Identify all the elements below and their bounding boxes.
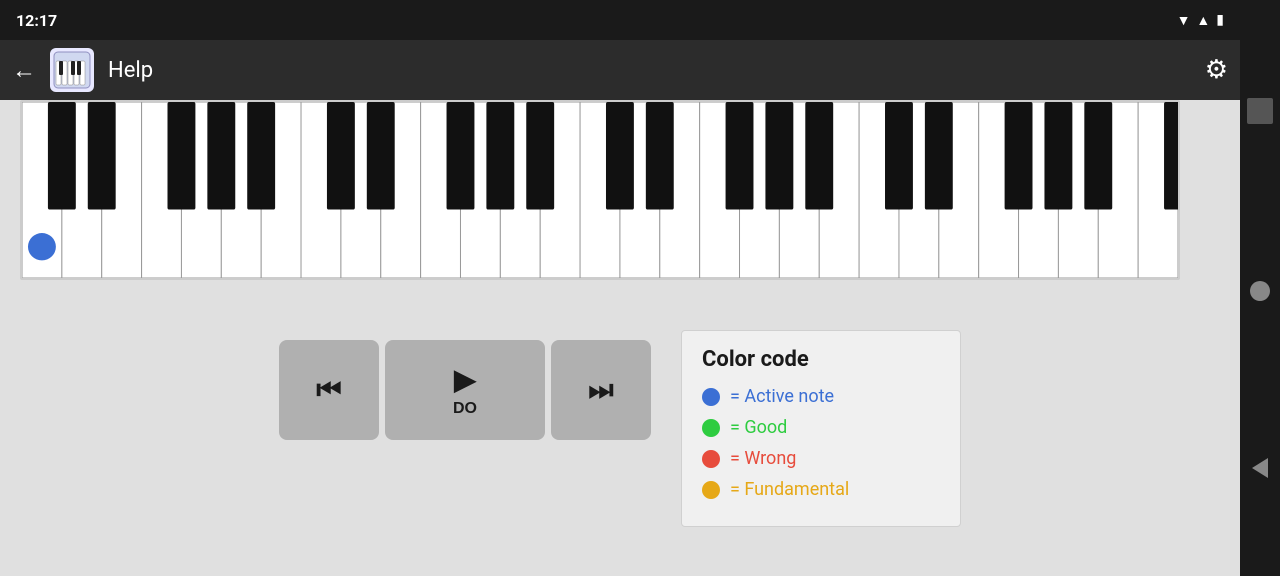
color-items-list: = Active note = Good = Wrong = Fundamental (702, 386, 940, 500)
status-icons: ▼ ▲ ▮ (1177, 12, 1224, 29)
play-button[interactable]: ▶ DO (385, 340, 545, 440)
color-label-0: = Active note (730, 386, 834, 407)
color-label-3: = Fundamental (730, 479, 849, 500)
skip-forward-button[interactable]: ⏭ (551, 340, 651, 440)
color-label-1: = Good (730, 417, 787, 438)
color-label-2: = Wrong (730, 448, 796, 469)
color-dot-2 (702, 450, 720, 468)
skip-back-button[interactable]: ⏮ (279, 340, 379, 440)
sidebar-back-btn[interactable] (1252, 458, 1268, 478)
piano-svg (22, 102, 1178, 278)
transport-buttons: ⏮ ▶ DO ⏭ (279, 340, 651, 440)
status-bar: 12:17 ▼ ▲ ▮ (0, 0, 1240, 40)
color-dot-3 (702, 481, 720, 499)
skip-forward-icon: ⏭ (588, 374, 613, 407)
color-item-3: = Fundamental (702, 479, 940, 500)
color-code-title: Color code (702, 347, 940, 372)
top-bar: ← Help ⚙ (0, 40, 1240, 100)
controls-section: ⏮ ▶ DO ⏭ Color code = Active note= Good=… (0, 300, 1240, 557)
color-item-1: = Good (702, 417, 940, 438)
status-time: 12:17 (16, 11, 57, 30)
play-icon: ▶ (454, 363, 476, 396)
wifi-icon: ▼ (1177, 12, 1191, 29)
color-code-panel: Color code = Active note = Good = Wrong = F… (681, 330, 961, 527)
color-dot-0 (702, 388, 720, 406)
back-button[interactable]: ← (12, 56, 36, 85)
sidebar-square-btn[interactable] (1247, 98, 1273, 124)
right-sidebar (1240, 0, 1280, 576)
play-note-label: DO (453, 400, 477, 418)
signal-icon: ▲ (1196, 12, 1210, 29)
color-dot-1 (702, 419, 720, 437)
color-item-2: = Wrong (702, 448, 940, 469)
settings-button[interactable]: ⚙ (1205, 55, 1228, 85)
sidebar-circle-btn[interactable] (1250, 281, 1270, 301)
app-icon (50, 48, 94, 92)
piano-icon (53, 51, 91, 89)
piano-keyboard (20, 100, 1180, 280)
page-title: Help (108, 58, 1191, 83)
battery-icon: ▮ (1216, 12, 1224, 28)
color-item-0: = Active note (702, 386, 940, 407)
skip-back-icon: ⏮ (316, 374, 341, 407)
